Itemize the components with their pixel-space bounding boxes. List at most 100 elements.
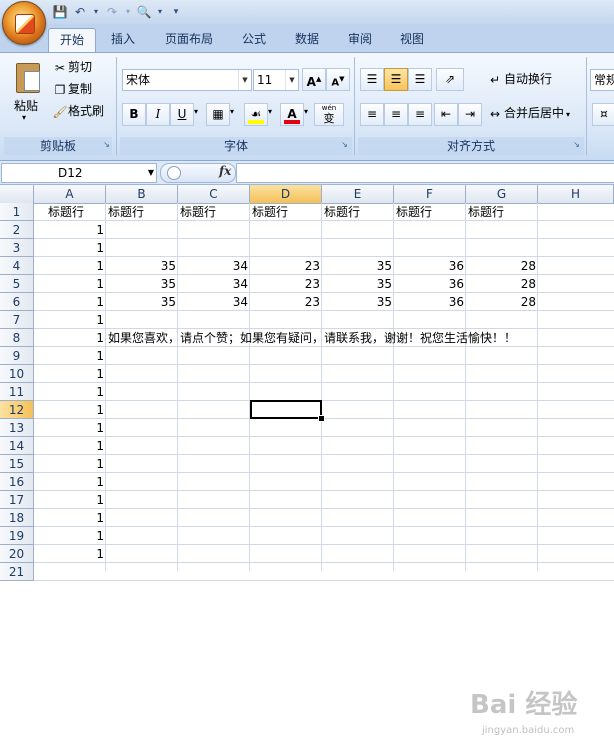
data-cell[interactable]: 35: [106, 257, 178, 275]
cell-a10[interactable]: 1: [34, 365, 106, 383]
fill-handle[interactable]: [318, 415, 325, 422]
cell-a12[interactable]: 1: [34, 401, 106, 419]
data-cell[interactable]: 28: [466, 257, 538, 275]
align-right-button[interactable]: ≡: [408, 103, 432, 126]
row-header[interactable]: 19: [0, 527, 34, 545]
format-painter-button[interactable]: 🖌格式刷: [52, 101, 104, 121]
column-header[interactable]: B: [106, 185, 178, 203]
data-cell[interactable]: 34: [178, 257, 250, 275]
row-header[interactable]: 16: [0, 473, 34, 491]
font-color-dropdown-icon[interactable]: ▾: [304, 107, 308, 116]
print-preview-icon[interactable]: 🔍: [136, 4, 152, 20]
data-cell[interactable]: 35: [322, 257, 394, 275]
data-cell[interactable]: 35: [106, 275, 178, 293]
worksheet-grid[interactable]: A B C D E F G H 1 2 1 3 1 4 1 35 34 23 35 36 28 5 1 35 3…: [0, 185, 614, 736]
cell-a18[interactable]: 1: [34, 509, 106, 527]
tab-review[interactable]: 审阅: [338, 28, 382, 51]
row-header[interactable]: 20: [0, 545, 34, 563]
font-color-button[interactable]: A: [280, 103, 304, 126]
data-cell[interactable]: 35: [322, 293, 394, 311]
redo-icon[interactable]: ↷: [104, 4, 120, 20]
increase-indent-button[interactable]: ⇥: [458, 103, 482, 126]
redo-dropdown-icon[interactable]: ▾: [120, 4, 136, 20]
row-header[interactable]: 8: [0, 329, 34, 347]
paste-label[interactable]: 粘贴: [14, 97, 38, 114]
cell-a3[interactable]: 1: [34, 239, 106, 257]
data-cell[interactable]: 23: [250, 293, 322, 311]
data-cell[interactable]: 36: [394, 257, 466, 275]
tab-home[interactable]: 开始: [48, 28, 96, 52]
selected-cell-d12[interactable]: [250, 400, 322, 419]
row-header-selected[interactable]: 12: [0, 401, 34, 419]
data-cell[interactable]: 28: [466, 275, 538, 293]
borders-button[interactable]: ▦: [206, 103, 230, 126]
row-header[interactable]: 17: [0, 491, 34, 509]
cut-button[interactable]: ✂ 剪切: [52, 57, 92, 77]
cell-a16[interactable]: 1: [34, 473, 106, 491]
align-center-button[interactable]: ≡: [384, 103, 408, 126]
borders-dropdown-icon[interactable]: ▾: [230, 107, 234, 116]
cell-b8-message[interactable]: 如果您喜欢，请点个赞；如果您有疑问，请联系我，谢谢！祝您生活愉快！！: [106, 329, 518, 347]
row-header[interactable]: 3: [0, 239, 34, 257]
customize-qat-icon[interactable]: ▾: [168, 4, 184, 20]
tab-view[interactable]: 视图: [390, 28, 434, 51]
align-middle-button[interactable]: ☰: [384, 68, 408, 91]
cell-d1[interactable]: 标题行: [250, 203, 290, 221]
tab-formulas[interactable]: 公式: [232, 28, 276, 51]
cell-a14[interactable]: 1: [34, 437, 106, 455]
cell-a15[interactable]: 1: [34, 455, 106, 473]
copy-button[interactable]: ❐ 复制: [52, 79, 92, 99]
font-size-combo[interactable]: 11 ▼: [253, 69, 299, 91]
clipboard-launcher-icon[interactable]: ↘: [102, 140, 111, 149]
undo-icon[interactable]: ↶: [72, 4, 88, 20]
column-header[interactable]: E: [322, 185, 394, 203]
data-cell[interactable]: 28: [466, 293, 538, 311]
cell-c1[interactable]: 标题行: [178, 203, 218, 221]
cell-a7[interactable]: 1: [34, 311, 106, 329]
cell-a9[interactable]: 1: [34, 347, 106, 365]
insert-function-icon[interactable]: fx: [219, 161, 231, 181]
paste-dropdown-icon[interactable]: ▾: [22, 113, 26, 122]
cell-e1[interactable]: 标题行: [322, 203, 362, 221]
data-cell[interactable]: 36: [394, 275, 466, 293]
row-header[interactable]: 6: [0, 293, 34, 311]
tab-data[interactable]: 数据: [285, 28, 329, 51]
row-header[interactable]: 21: [0, 563, 34, 581]
merge-center-button[interactable]: ↔ 合并后居中 ▾: [486, 103, 570, 123]
tab-insert[interactable]: 插入: [100, 28, 146, 51]
orientation-button[interactable]: ⇗: [436, 68, 464, 91]
wrap-text-button[interactable]: ↵ 自动换行: [486, 69, 552, 89]
data-cell[interactable]: 23: [250, 275, 322, 293]
data-cell[interactable]: 35: [322, 275, 394, 293]
underline-dropdown-icon[interactable]: ▾: [194, 107, 198, 116]
italic-button[interactable]: I: [146, 103, 170, 126]
row-header[interactable]: 11: [0, 383, 34, 401]
chevron-down-icon[interactable]: ▼: [148, 164, 154, 182]
office-button[interactable]: [2, 1, 46, 45]
cell-a1[interactable]: 标题行: [46, 203, 86, 221]
currency-format-button[interactable]: ¤: [592, 103, 614, 126]
align-left-button[interactable]: ≡: [360, 103, 384, 126]
name-box[interactable]: D12 ▼: [1, 163, 157, 183]
decrease-indent-button[interactable]: ⇤: [434, 103, 458, 126]
grow-font-button[interactable]: A▲: [302, 68, 326, 91]
data-cell[interactable]: 35: [106, 293, 178, 311]
align-top-button[interactable]: ☰: [360, 68, 384, 91]
column-header[interactable]: G: [466, 185, 538, 203]
phonetic-button[interactable]: wén 变: [314, 103, 344, 126]
tab-page-layout[interactable]: 页面布局: [154, 28, 224, 51]
formula-input[interactable]: [236, 163, 614, 183]
cell-a17[interactable]: 1: [34, 491, 106, 509]
cell-a2[interactable]: 1: [34, 221, 106, 239]
cell-a13[interactable]: 1: [34, 419, 106, 437]
cell-a20[interactable]: 1: [34, 545, 106, 563]
row-header[interactable]: 18: [0, 509, 34, 527]
column-header[interactable]: F: [394, 185, 466, 203]
row-header[interactable]: 4: [0, 257, 34, 275]
column-header[interactable]: H: [538, 185, 614, 203]
chevron-down-icon[interactable]: ▼: [238, 70, 251, 90]
data-cell[interactable]: 34: [178, 275, 250, 293]
column-header-selected[interactable]: D: [250, 185, 322, 203]
merge-dropdown-icon[interactable]: ▾: [566, 110, 570, 119]
bold-button[interactable]: B: [122, 103, 146, 126]
